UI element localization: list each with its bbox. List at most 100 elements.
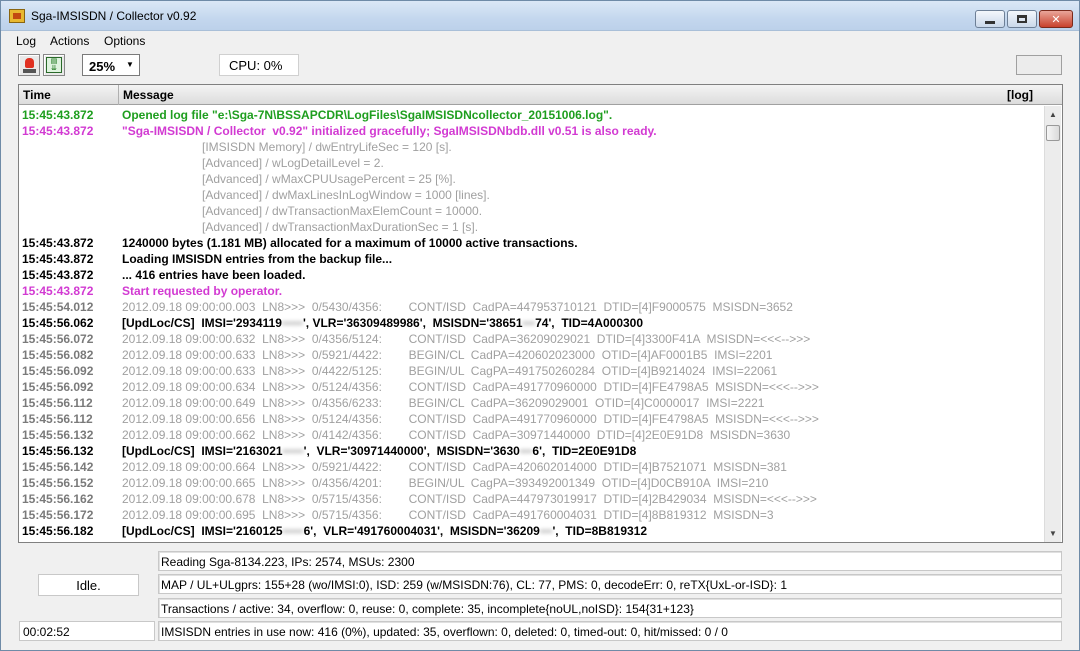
log-row[interactable]: 15:45:56.112 2012.09.18 09:00:00.649 LN8>… [19,394,1039,410]
log-row[interactable]: 15:45:56.072 2012.09.18 09:00:00.632 LN8>… [19,330,1039,346]
log-message: 2012.09.18 09:00:00.634 LN8>>> 0/5124/43… [122,380,819,394]
log-time: 15:45:56.112 [22,396,93,410]
log-row[interactable]: 15:45:56.082 2012.09.18 09:00:00.633 LN8>… [19,346,1039,362]
log-message: 2012.09.18 09:00:00.678 LN8>>> 0/5715/43… [122,492,817,506]
log-message: 2012.09.18 09:00:00.656 LN8>>> 0/5124/43… [122,412,819,426]
status-row-transactions: Transactions / active: 34, overflow: 0, … [158,598,1062,618]
log-row[interactable]: [Advanced] / wLogDetailLevel = 2. [19,154,1039,170]
log-time: 15:45:56.162 [22,492,94,506]
log-message: 2012.09.18 09:00:00.649 LN8>>> 0/4356/62… [122,396,765,410]
chevron-down-icon[interactable]: ▼ [123,57,137,73]
log-row[interactable]: [IMSISDN Memory] / dwEntryLifeSec = 120 … [19,138,1039,154]
maximize-button[interactable] [1007,10,1037,28]
log-time: 15:45:56.182 [22,524,94,538]
log-time: 15:45:56.092 [22,364,94,378]
log-row[interactable]: [Advanced] / dwMaxLinesInLogWindow = 100… [19,186,1039,202]
cpu-indicator: CPU: 0% [219,54,299,76]
log-row[interactable]: 15:45:56.092 2012.09.18 09:00:00.633 LN8>… [19,362,1039,378]
log-row[interactable]: 15:45:43.872 ... 416 entries have been lo… [19,266,1039,282]
log-message: 2012.09.18 09:00:00.633 LN8>>> 0/5921/44… [122,348,773,362]
minimize-button[interactable] [975,10,1005,28]
log-message: 2012.09.18 09:00:00.003 LN8>>> 0/5430/43… [122,300,793,314]
log-message: Opened log file "e:\Sga-7N\BSSAPCDR\LogF… [122,108,613,122]
status-row-map: MAP / UL+ULgprs: 155+28 (wo/IMSI:0), ISD… [158,574,1062,594]
close-button[interactable]: ✕ [1039,10,1073,28]
menu-actions[interactable]: Actions [50,34,89,48]
log-message: [Advanced] / dwTransactionMaxElemCount =… [202,204,483,218]
log-row[interactable]: 15:45:43.872 1240000 bytes (1.181 MB) all… [19,234,1039,250]
log-row[interactable]: [Advanced] / dwTransactionMaxElemCount =… [19,202,1039,218]
log-row[interactable]: 15:45:43.872 Opened log file "e:\Sga-7N\B… [19,106,1039,122]
menu-bar: Log Actions Options [1,32,1079,50]
log-row[interactable]: 15:45:56.092 2012.09.18 09:00:00.634 LN8>… [19,378,1039,394]
status-row-reading: Reading Sga-8134.223, IPs: 2574, MSUs: 2… [158,551,1062,571]
log-row[interactable]: 15:45:56.182 [UpdLoc/CS] IMSI='2160125•••… [19,522,1039,538]
state-indicator: Idle. [38,574,139,596]
log-time: 15:45:43.872 [22,108,94,122]
auto-scroll-button[interactable]: ▤ ⇊ [43,54,65,76]
log-time: 15:45:56.082 [22,348,94,362]
log-row[interactable]: 15:45:56.062 [UpdLoc/CS] IMSI='2934119•••… [19,314,1039,330]
log-list[interactable]: 15:45:43.872 Opened log file "e:\Sga-7N\B… [19,106,1044,542]
log-row[interactable]: 15:45:56.142 2012.09.18 09:00:00.664 LN8>… [19,458,1039,474]
menu-options[interactable]: Options [104,34,145,48]
log-panel: Time Message [log] 15:45:43.872 Opened lo… [18,84,1063,543]
log-message: 2012.09.18 09:00:00.664 LN8>>> 0/5921/44… [122,460,787,474]
log-time: 15:45:56.132 [22,444,94,458]
log-message: 2012.09.18 09:00:00.695 LN8>>> 0/5715/43… [122,508,774,522]
log-scrollbar[interactable]: ▲ ▼ [1044,106,1061,542]
log-message: [UpdLoc/CS] IMSI='2163021•••••', VLR='30… [122,444,637,458]
log-row[interactable]: 15:45:43.872 Start requested by operator. [19,282,1039,298]
log-message: 2012.09.18 09:00:00.662 LN8>>> 0/4142/43… [122,428,791,442]
log-row[interactable]: 15:45:56.132 [UpdLoc/CS] IMSI='2163021•••… [19,442,1039,458]
cpu-limit-select[interactable]: 25% ▼ [82,54,140,76]
log-row[interactable]: 15:45:43.872 "Sga-IMSISDN / Collector v0.… [19,122,1039,138]
log-message: "Sga-IMSISDN / Collector v0.92" initiali… [122,124,657,138]
log-message: [Advanced] / wMaxCPUUsagePercent = 25 [%… [202,172,456,186]
log-row[interactable]: 15:45:56.152 2012.09.18 09:00:00.665 LN8>… [19,474,1039,490]
column-time[interactable]: Time [23,88,51,102]
log-message: [IMSISDN Memory] / dwEntryLifeSec = 120 … [202,140,452,154]
scroll-down-icon[interactable]: ▼ [1045,525,1061,542]
log-row[interactable]: 15:45:56.172 2012.09.18 09:00:00.695 LN8>… [19,506,1039,522]
menu-log[interactable]: Log [16,34,36,48]
column-message[interactable]: Message [123,88,174,102]
log-message: Loading IMSISDN entries from the backup … [122,252,393,266]
log-time: 15:45:56.092 [22,380,94,394]
log-message: [Advanced] / dwTransactionMaxDurationSec… [202,220,479,234]
main-window: Sga-IMSISDN / Collector v0.92 ✕ Log Acti… [0,0,1080,651]
status-row-imsisdn: IMSISDN entries in use now: 416 (0%), up… [158,621,1062,641]
column-log[interactable]: [log] [1007,88,1033,102]
log-message: ... 416 entries have been loaded. [122,268,306,282]
log-time: 15:45:43.872 [22,252,94,266]
cpu-label: CPU: 0% [229,58,283,73]
log-row[interactable]: [Advanced] / dwTransactionMaxDurationSec… [19,218,1039,234]
log-header: Time Message [log] [19,85,1062,105]
log-message: 1240000 bytes (1.181 MB) allocated for a… [122,236,578,250]
log-message: 2012.09.18 09:00:00.665 LN8>>> 0/4356/42… [122,476,769,490]
log-time: 15:45:43.872 [22,284,94,298]
log-row[interactable]: 15:45:56.132 2012.09.18 09:00:00.662 LN8>… [19,426,1039,442]
log-time: 15:45:54.012 [22,300,94,314]
window-title: Sga-IMSISDN / Collector v0.92 [31,9,197,23]
log-row[interactable]: 15:45:56.112 2012.09.18 09:00:00.656 LN8>… [19,410,1039,426]
title-bar[interactable]: Sga-IMSISDN / Collector v0.92 ✕ [1,1,1079,31]
log-message: 2012.09.18 09:00:00.632 LN8>>> 0/4356/51… [122,332,811,346]
log-time: 15:45:56.172 [22,508,94,522]
cpu-limit-value: 25% [89,59,116,74]
log-message: Start requested by operator. [122,284,283,298]
log-row[interactable]: 15:45:54.012 2012.09.18 09:00:00.003 LN8>… [19,298,1039,314]
stop-button[interactable] [18,54,40,76]
log-message: 2012.09.18 09:00:00.633 LN8>>> 0/4422/51… [122,364,778,378]
log-row[interactable]: 15:45:43.872 Loading IMSISDN entries from… [19,250,1039,266]
app-icon[interactable] [9,9,25,23]
log-time: 15:45:56.062 [22,316,94,330]
toolbar: ▤ ⇊ 25% ▼ CPU: 0% [1,51,1079,81]
scroll-up-icon[interactable]: ▲ [1045,106,1061,123]
status-indicator-box [1016,55,1062,75]
log-time: 15:45:43.872 [22,268,94,282]
log-message: [UpdLoc/CS] IMSI='2934119•••••', VLR='36… [122,316,644,330]
log-row[interactable]: [Advanced] / wMaxCPUUsagePercent = 25 [%… [19,170,1039,186]
log-row[interactable]: 15:45:56.162 2012.09.18 09:00:00.678 LN8>… [19,490,1039,506]
scroll-thumb[interactable] [1046,125,1060,141]
